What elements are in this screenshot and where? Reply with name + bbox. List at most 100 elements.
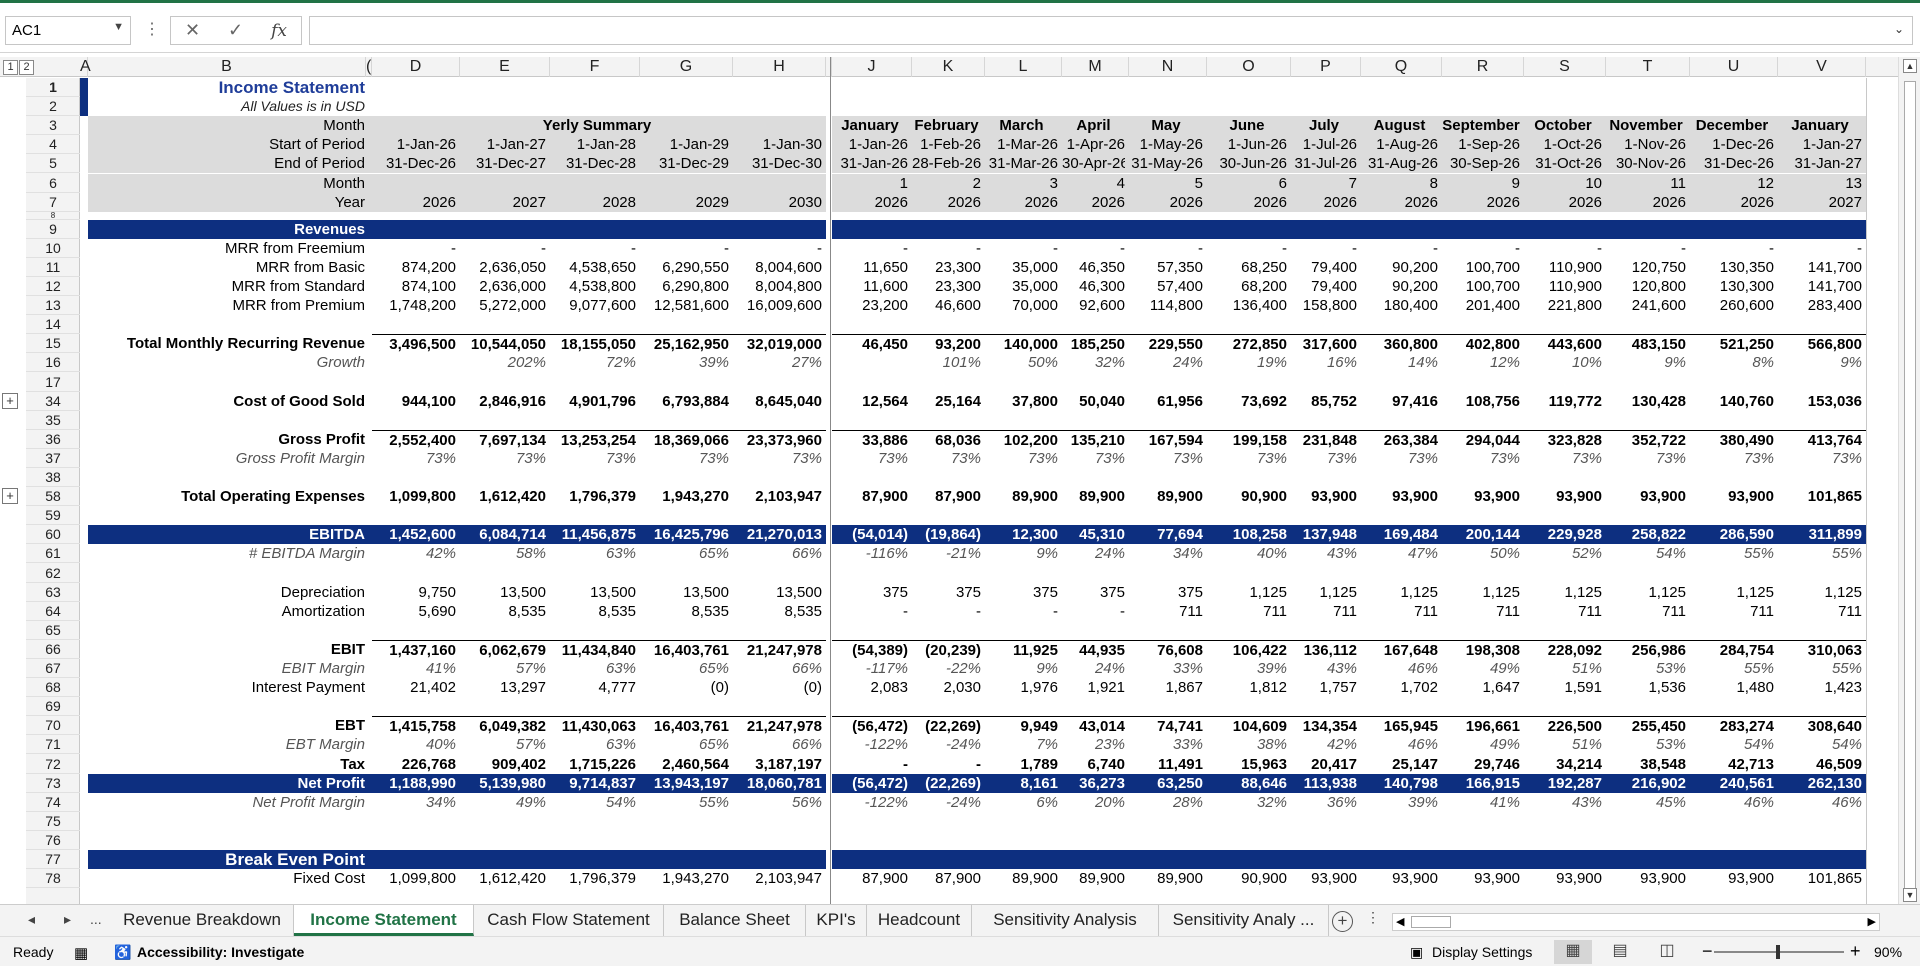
scroll-left-icon[interactable]: ◀ (1396, 915, 1404, 928)
column-header-g[interactable]: G (640, 57, 733, 77)
row-label[interactable]: Month (88, 116, 365, 135)
cell-m34[interactable]: 50,040 (1062, 392, 1125, 411)
cell-v72[interactable]: 46,509 (1778, 755, 1862, 774)
row-header[interactable]: 72 (26, 755, 80, 774)
accessibility-status[interactable]: Accessibility: Investigate (137, 944, 304, 960)
cell-v36[interactable]: 413,764 (1778, 429, 1862, 449)
cell-g78[interactable]: 1,943,270 (640, 869, 729, 888)
cell-j13[interactable]: 23,200 (832, 296, 908, 315)
cell-j68[interactable]: 2,083 (832, 678, 908, 697)
cell-h78[interactable]: 2,103,947 (733, 869, 822, 888)
cell-m3[interactable]: April (1062, 116, 1125, 135)
cell-o78[interactable]: 90,900 (1207, 869, 1287, 888)
row-header[interactable]: 2 (26, 97, 80, 117)
cell-u13[interactable]: 260,600 (1690, 296, 1774, 315)
cell-p67[interactable]: 43% (1291, 659, 1357, 678)
cell-t71[interactable]: 53% (1606, 735, 1686, 754)
cell-r34[interactable]: 108,756 (1442, 392, 1520, 411)
cell-d7[interactable]: 2026 (372, 193, 456, 212)
cell-f74[interactable]: 54% (550, 793, 636, 812)
cell-q64[interactable]: 711 (1361, 602, 1438, 621)
row-header[interactable]: 38 (26, 468, 80, 488)
name-box[interactable]: AC1 ▼ (5, 16, 131, 45)
cell-l10[interactable]: - (985, 239, 1058, 258)
cell-v10[interactable]: - (1778, 239, 1862, 258)
cell-t58[interactable]: 93,900 (1606, 487, 1686, 506)
cell-f13[interactable]: 9,077,600 (550, 296, 636, 315)
cell-p10[interactable]: - (1291, 239, 1357, 258)
cell-o7[interactable]: 2026 (1207, 193, 1287, 212)
chevron-down-icon[interactable]: ▼ (113, 21, 124, 33)
cell-e12[interactable]: 2,636,000 (460, 277, 546, 296)
row-header[interactable]: 15 (26, 334, 80, 354)
cell-g60[interactable]: 16,425,796 (640, 525, 729, 545)
cell-m15[interactable]: 185,250 (1062, 334, 1125, 353)
more-vertical-icon[interactable]: ⋮ (144, 19, 160, 39)
row-header[interactable]: 34 (26, 392, 80, 411)
cell-k7[interactable]: 2026 (912, 193, 981, 212)
cell-f36[interactable]: 13,253,254 (550, 429, 636, 449)
cell-f6[interactable] (550, 174, 636, 193)
row-header[interactable]: 9 (26, 220, 80, 239)
cell-n6[interactable]: 5 (1129, 174, 1203, 193)
cell-u78[interactable]: 93,900 (1690, 869, 1774, 888)
cell-s15[interactable]: 443,600 (1524, 334, 1602, 353)
cell-e71[interactable]: 57% (460, 735, 546, 754)
row-label[interactable] (88, 315, 365, 334)
row-label[interactable]: EBITDA (88, 525, 365, 545)
cell-k63[interactable]: 375 (912, 583, 981, 602)
cell-o13[interactable]: 136,400 (1207, 296, 1287, 315)
cell-t11[interactable]: 120,750 (1606, 258, 1686, 277)
cell-g71[interactable]: 65% (640, 735, 729, 754)
cell-s70[interactable]: 226,500 (1524, 716, 1602, 735)
cell-o36[interactable]: 199,158 (1207, 429, 1287, 449)
cell-r15[interactable]: 402,800 (1442, 334, 1520, 353)
cell-t12[interactable]: 120,800 (1606, 277, 1686, 296)
cell-m4[interactable]: 1-Apr-26 (1062, 135, 1125, 154)
cell-o70[interactable]: 104,609 (1207, 716, 1287, 735)
cell-r6[interactable]: 9 (1442, 174, 1520, 193)
cell-e72[interactable]: 909,402 (460, 755, 546, 774)
cell-u70[interactable]: 283,274 (1690, 716, 1774, 735)
row-label[interactable] (88, 812, 365, 831)
column-header-a[interactable]: A (80, 57, 91, 77)
column-header-m[interactable]: M (1062, 57, 1129, 77)
cell-e4[interactable]: 1-Jan-27 (460, 135, 546, 154)
cell-g73[interactable]: 13,943,197 (640, 773, 729, 793)
cell-m37[interactable]: 73% (1062, 449, 1125, 468)
cell-e5[interactable]: 31-Dec-27 (460, 154, 546, 173)
cell-l73[interactable]: 8,161 (985, 773, 1058, 793)
cell-l58[interactable]: 89,900 (985, 487, 1058, 506)
cell-j72[interactable]: - (832, 755, 908, 774)
cell-l6[interactable]: 3 (985, 174, 1058, 193)
cell-j67[interactable]: -117% (832, 659, 908, 678)
cell-v34[interactable]: 153,036 (1778, 392, 1862, 411)
cell-p74[interactable]: 36% (1291, 793, 1357, 812)
cell-d58[interactable]: 1,099,800 (372, 487, 456, 506)
cell-j60[interactable]: (54,014) (832, 525, 908, 545)
cell-g61[interactable]: 65% (640, 544, 729, 563)
cell-u64[interactable]: 711 (1690, 602, 1774, 621)
cell-m16[interactable]: 32% (1062, 353, 1125, 372)
cell-u63[interactable]: 1,125 (1690, 583, 1774, 602)
horizontal-scroll-thumb[interactable] (1411, 916, 1451, 928)
cell-t66[interactable]: 256,986 (1606, 639, 1686, 659)
cell-p36[interactable]: 231,848 (1291, 429, 1357, 449)
row-label[interactable]: Depreciation (88, 583, 365, 602)
row-label[interactable]: Net Profit (88, 773, 365, 793)
cell-s36[interactable]: 323,828 (1524, 429, 1602, 449)
expand-group-icon[interactable]: + (2, 488, 18, 505)
cell-t16[interactable]: 9% (1606, 353, 1686, 372)
cell-d78[interactable]: 1,099,800 (372, 869, 456, 888)
cell-q34[interactable]: 97,416 (1361, 392, 1438, 411)
cell-t70[interactable]: 255,450 (1606, 716, 1686, 735)
row-label[interactable]: EBT Margin (88, 735, 365, 754)
cell-q73[interactable]: 140,798 (1361, 773, 1438, 793)
cell-e78[interactable]: 1,612,420 (460, 869, 546, 888)
cell-h60[interactable]: 21,270,013 (733, 525, 822, 545)
cell-n10[interactable]: - (1129, 239, 1203, 258)
row-label[interactable]: Start of Period (88, 135, 365, 154)
cell-n72[interactable]: 11,491 (1129, 755, 1203, 774)
cell-o63[interactable]: 1,125 (1207, 583, 1287, 602)
row-header[interactable]: 11 (26, 258, 80, 277)
